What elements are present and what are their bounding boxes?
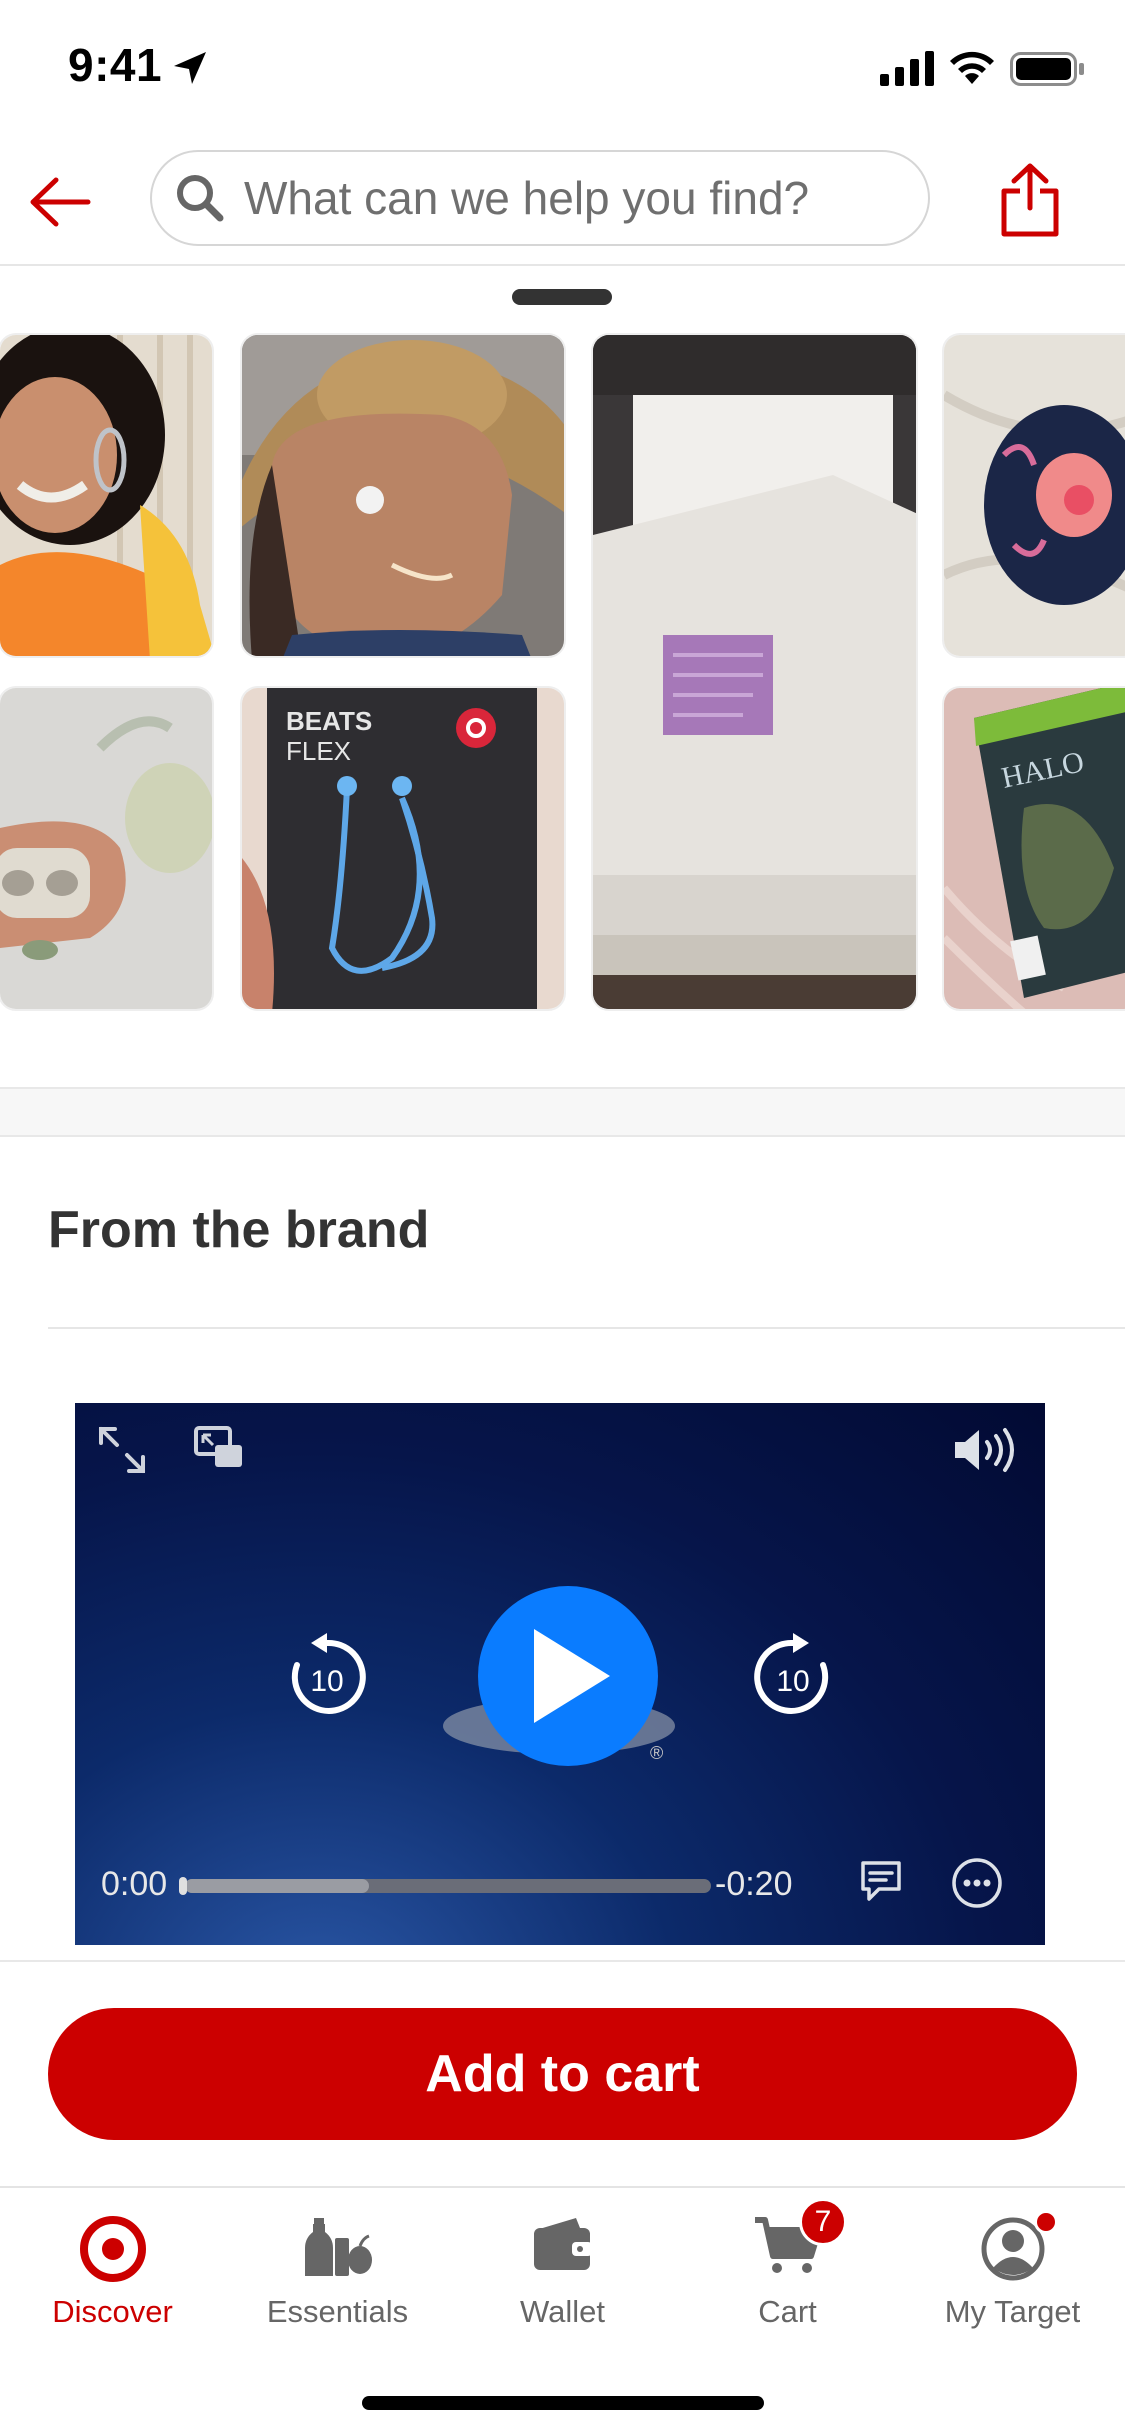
tab-cart[interactable]: 7 Cart (675, 2188, 900, 2348)
notification-dot (1034, 2210, 1058, 2234)
tab-my-target[interactable]: My Target (900, 2188, 1125, 2348)
photo-woman-orange-sweater-earbud[interactable] (0, 333, 214, 658)
video-current-time: 0:00 (101, 1865, 168, 1903)
add-to-cart-button[interactable]: Add to cart (48, 2008, 1077, 2140)
drag-handle[interactable] (512, 289, 612, 305)
skip-back-label: 10 (310, 1665, 343, 1698)
status-time: 9:41 (68, 39, 163, 91)
skip-forward-icon: 10 (754, 1633, 829, 1714)
tab-label: Cart (758, 2294, 817, 2329)
video-scrubber-handle[interactable] (179, 1877, 187, 1895)
video-player[interactable]: 10 ® 10 0:00 -0:20 (75, 1403, 1045, 1945)
captions-icon[interactable] (859, 1859, 903, 1903)
wifi-icon (950, 51, 994, 84)
skip-forward-label: 10 (776, 1665, 809, 1698)
beats-box-text-1: BEATS (286, 706, 372, 736)
wallet-icon (533, 2218, 592, 2270)
photo-woman-cowboy-hat-earbud[interactable] (240, 333, 566, 658)
tab-label: Wallet (520, 2294, 605, 2329)
tab-essentials[interactable]: Essentials (225, 2188, 450, 2348)
photo-beats-flex-box[interactable]: BEATS FLEX (240, 686, 566, 1011)
battery-icon (1010, 52, 1084, 86)
photo-white-printer[interactable] (591, 333, 918, 1011)
search-icon (177, 175, 224, 222)
essentials-icon (304, 2218, 372, 2276)
photo-earbuds-case[interactable] (0, 686, 214, 1011)
header (0, 138, 1125, 266)
tab-label: Essentials (266, 2294, 409, 2329)
cart-count-badge: 7 (799, 2198, 847, 2246)
tab-label: My Target (944, 2294, 1081, 2329)
divider-line (48, 1327, 1125, 1329)
back-arrow-icon (30, 177, 91, 227)
search-bar[interactable] (150, 150, 930, 246)
tab-wallet[interactable]: Wallet (450, 2188, 675, 2348)
video-buffer-fill (185, 1879, 370, 1893)
share-button[interactable] (990, 158, 1070, 242)
skip-back-10-button[interactable]: 10 (285, 1631, 369, 1721)
video-remaining-time: -0:20 (715, 1865, 793, 1903)
share-icon (1001, 163, 1059, 237)
tab-label: Discover (52, 2294, 173, 2329)
beats-box-text-2: FLEX (286, 736, 351, 766)
status-bar: 9:41 (0, 0, 1125, 138)
search-input[interactable] (244, 171, 864, 225)
registered-mark: ® (650, 1743, 664, 1763)
video-progress-bar[interactable] (185, 1879, 711, 1893)
add-to-cart-bar: Add to cart (0, 1960, 1125, 2185)
section-divider (0, 1087, 1125, 1137)
picture-in-picture-icon[interactable] (193, 1425, 245, 1471)
volume-icon[interactable] (951, 1425, 1023, 1475)
target-logo-icon (79, 2216, 146, 2282)
tab-discover[interactable]: Discover (0, 2188, 225, 2348)
back-button[interactable] (22, 164, 98, 240)
section-title: From the brand (48, 1201, 430, 1259)
skip-back-icon: 10 (291, 1633, 366, 1714)
play-icon (534, 1629, 610, 1723)
photo-floral-mouse[interactable] (942, 333, 1125, 658)
skip-forward-10-button[interactable]: 10 (751, 1631, 835, 1721)
photo-halo-game-case[interactable]: HALO (942, 686, 1125, 1011)
more-options-icon[interactable] (951, 1857, 1003, 1909)
location-arrow-icon (174, 52, 206, 84)
fullscreen-icon[interactable] (97, 1425, 147, 1475)
play-button[interactable] (478, 1586, 658, 1766)
cellular-signal-icon (880, 51, 934, 86)
home-indicator (362, 2396, 764, 2410)
